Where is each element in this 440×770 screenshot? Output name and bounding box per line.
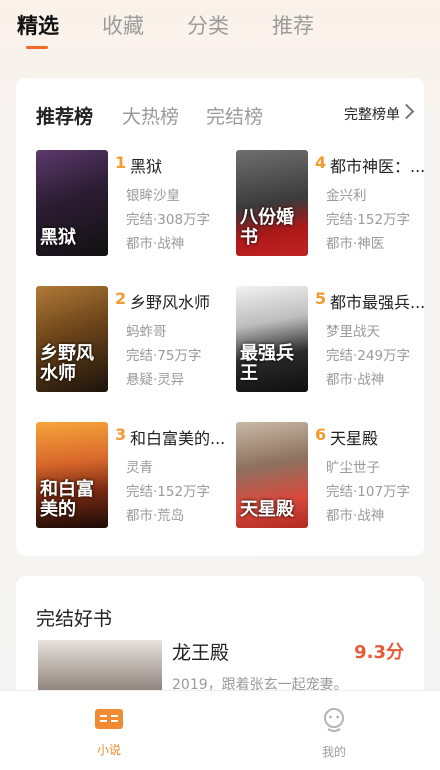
rank-tab-hot[interactable]: 大热榜 — [122, 102, 179, 129]
nav-item-novel[interactable]: 小说 — [79, 707, 139, 758]
book-status: 完结·107万字 — [326, 484, 411, 500]
section-title: 完结好书 — [36, 608, 113, 630]
ranking-card: 推荐榜 大热榜 完结榜 完整榜单 黑狱 1 黑狱 银眸沙皇 完结·308万字 都… — [16, 78, 426, 556]
book-author: 蚂蚱哥 — [126, 324, 167, 340]
rank-book-item[interactable]: 天星殿 6 天星殿 旷尘世子 完结·107万字 都市·战神 — [236, 422, 426, 530]
rank-number: 3 — [115, 425, 127, 444]
rank-number: 6 — [315, 425, 327, 444]
book-tags: 悬疑·灵异 — [126, 372, 185, 388]
book-title[interactable]: 都市神医：... — [330, 153, 426, 177]
chevron-right-icon[interactable] — [398, 103, 415, 120]
nav-item-mine[interactable]: 我的 — [304, 707, 364, 760]
full-list-link[interactable]: 完整榜单 — [344, 104, 400, 124]
book-status: 完结·249万字 — [326, 348, 411, 364]
rank-book-item[interactable]: 八份婚书 4 都市神医：... 金兴利 完结·152万字 都市·神医 — [236, 150, 426, 258]
book-cover[interactable]: 黑狱 — [36, 150, 108, 256]
tab-categories[interactable]: 分类 — [187, 10, 229, 40]
cover-title: 黑狱 — [40, 227, 76, 248]
rank-number: 2 — [115, 289, 127, 308]
book-score: 9.3分 — [354, 642, 404, 663]
book-status: 完结·75万字 — [126, 348, 202, 364]
tab-favorites[interactable]: 收藏 — [102, 10, 144, 40]
tab-recommend[interactable]: 推荐 — [272, 10, 314, 40]
profile-icon — [324, 708, 344, 732]
book-tags: 都市·荒岛 — [126, 508, 185, 524]
book-cover[interactable]: 八份婚书 — [236, 150, 308, 256]
book-status: 完结·152万字 — [126, 484, 211, 500]
tab-featured[interactable]: 精选 — [17, 10, 59, 40]
book-cover[interactable]: 天星殿 — [236, 422, 308, 528]
nav-label-mine: 我的 — [321, 745, 346, 759]
cover-title: 乡野风水师 — [40, 343, 94, 384]
cover-title: 最强兵王 — [240, 343, 294, 384]
book-tags: 都市·战神 — [126, 236, 185, 252]
book-title[interactable]: 天星殿 — [330, 425, 426, 449]
book-title[interactable]: 和白富美的... — [130, 425, 226, 449]
book-title[interactable]: 黑狱 — [130, 153, 226, 177]
book-status: 完结·152万字 — [326, 212, 411, 228]
rank-number: 1 — [115, 153, 127, 172]
rank-book-item[interactable]: 最强兵王 5 都市最强兵... 梦里战天 完结·249万字 都市·战神 — [236, 286, 426, 394]
book-author: 金兴利 — [326, 188, 367, 204]
book-author: 银眸沙皇 — [126, 188, 180, 204]
cover-title: 八份婚书 — [240, 207, 294, 248]
book-title[interactable]: 乡野风水师 — [130, 289, 226, 313]
bottom-nav: 小说 我的 — [0, 690, 440, 770]
rank-book-item[interactable]: 乡野风水师 2 乡野风水师 蚂蚱哥 完结·75万字 悬疑·灵异 — [36, 286, 226, 394]
rank-book-item[interactable]: 和白富美的 3 和白富美的... 灵青 完结·152万字 都市·荒岛 — [36, 422, 226, 530]
rank-number: 5 — [315, 289, 327, 308]
rank-tab-recommend[interactable]: 推荐榜 — [36, 102, 93, 129]
book-cover[interactable]: 最强兵王 — [236, 286, 308, 392]
book-author: 旷尘世子 — [326, 460, 380, 476]
rank-book-item[interactable]: 黑狱 1 黑狱 银眸沙皇 完结·308万字 都市·战神 — [36, 150, 226, 258]
book-cover[interactable]: 和白富美的 — [36, 422, 108, 528]
rank-number: 4 — [315, 153, 327, 172]
book-author: 梦里战天 — [326, 324, 380, 340]
book-title[interactable]: 都市最强兵... — [330, 289, 426, 313]
book-cover[interactable]: 乡野风水师 — [36, 286, 108, 392]
book-icon — [95, 709, 123, 729]
book-title[interactable]: 龙王殿 — [172, 638, 229, 665]
book-tags: 都市·战神 — [326, 372, 385, 388]
rank-tab-finished[interactable]: 完结榜 — [206, 102, 263, 129]
book-tags: 都市·神医 — [326, 236, 385, 252]
book-author: 灵青 — [126, 460, 153, 476]
nav-label-novel: 小说 — [96, 743, 121, 757]
active-tab-indicator — [26, 46, 48, 49]
cover-title: 和白富美的 — [40, 479, 94, 520]
finished-books-card: 完结好书 龙王殿 9.3分 2019，跟着张玄一起宠妻。 — [16, 576, 424, 706]
book-status: 完结·308万字 — [126, 212, 211, 228]
top-tabs: 精选 收藏 分类 推荐 — [0, 10, 440, 56]
cover-title: 天星殿 — [240, 499, 294, 520]
book-tags: 都市·战神 — [326, 508, 385, 524]
